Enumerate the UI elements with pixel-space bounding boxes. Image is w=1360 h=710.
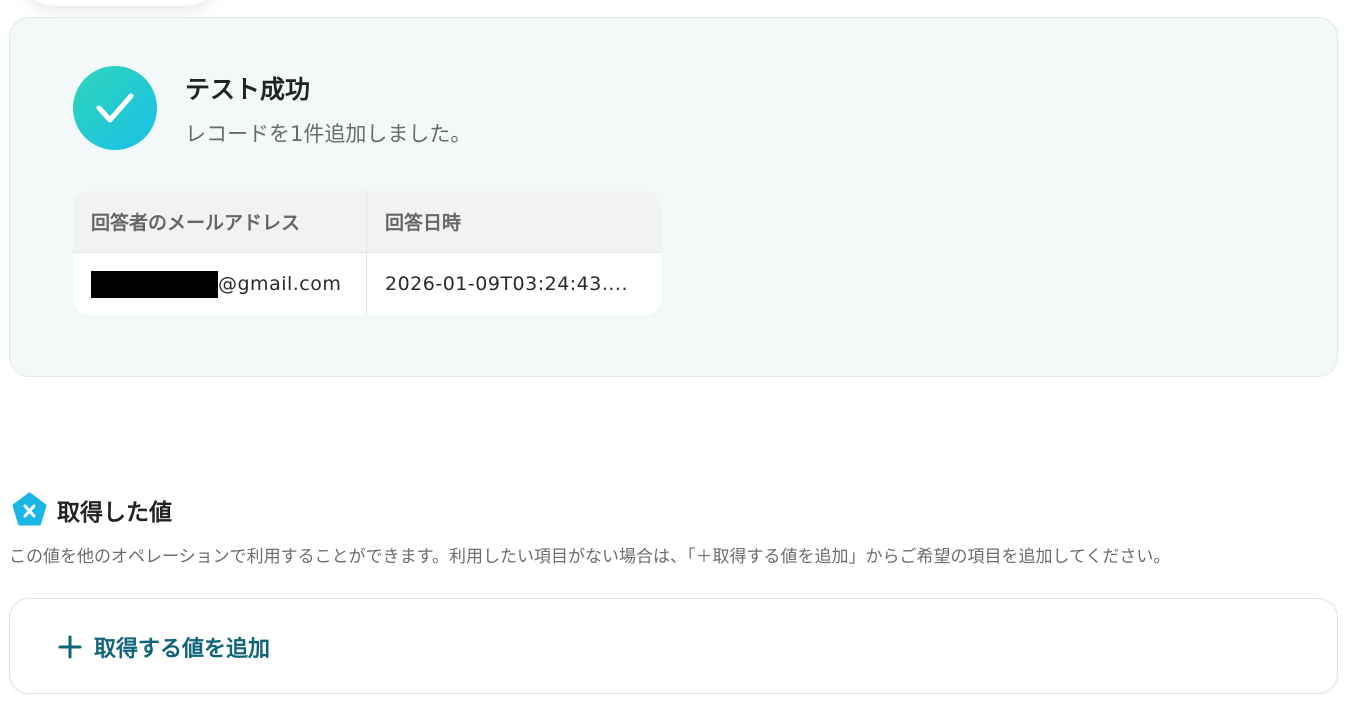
add-value-label: 取得する値を追加 <box>94 637 271 662</box>
email-cell: @gmail.com <box>73 253 367 315</box>
record-table: 回答者のメールアドレス 回答日時 @gmail.com 2026-01-09T0… <box>73 191 661 315</box>
result-title: テスト成功 <box>185 75 311 104</box>
table-row: @gmail.com 2026-01-09T03:24:43.... <box>73 253 661 315</box>
test-result-panel: テスト成功 レコードを1件追加しました。 回答者のメールアドレス 回答日時 @g… <box>9 17 1338 377</box>
plus-icon <box>58 635 82 659</box>
table-header-row: 回答者のメールアドレス 回答日時 <box>73 191 661 253</box>
redaction-block <box>91 270 218 298</box>
check-icon <box>73 66 157 150</box>
acquired-values-header: 取得した値 <box>11 492 172 528</box>
column-header-datetime: 回答日時 <box>385 212 462 234</box>
section-description: この値を他のオペレーションで利用することができます。利用したい項目がない場合は、… <box>9 547 1171 567</box>
result-message: レコードを1件追加しました。 <box>185 122 472 146</box>
datetime-cell: 2026-01-09T03:24:43.... <box>385 273 629 295</box>
email-domain: @gmail.com <box>218 273 342 295</box>
add-value-button[interactable]: 取得する値を追加 <box>58 627 270 667</box>
add-value-card: 取得する値を追加 <box>9 598 1338 694</box>
column-header-email: 回答者のメールアドレス <box>73 191 367 252</box>
previous-card-edge <box>20 0 220 6</box>
section-title: 取得した値 <box>57 500 172 526</box>
variable-icon <box>12 492 47 526</box>
